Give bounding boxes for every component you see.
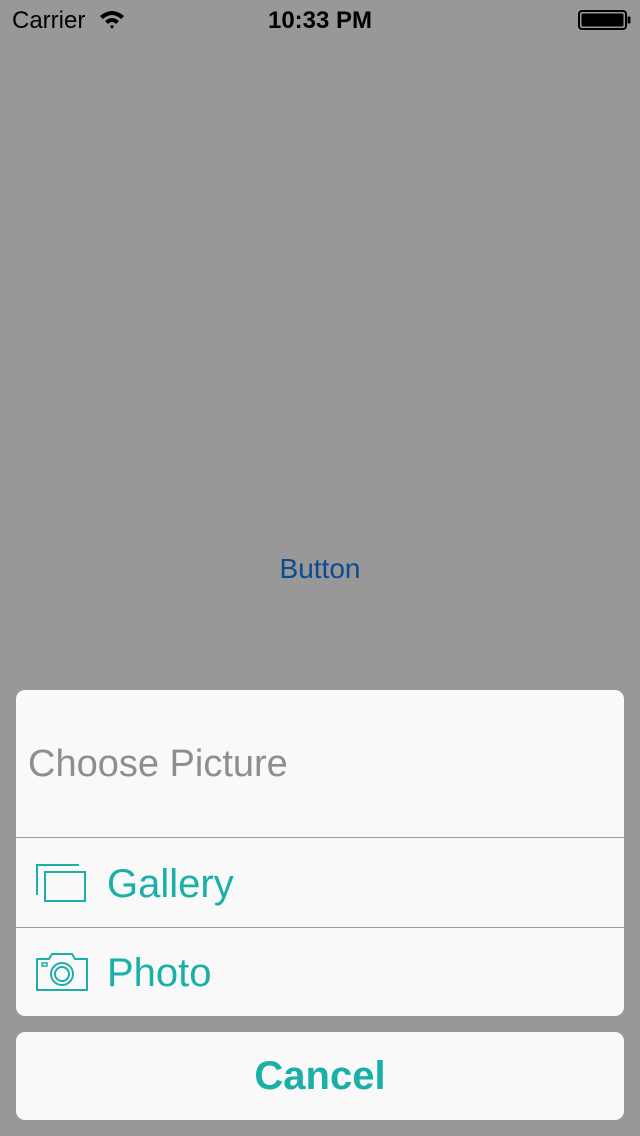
divider: [16, 837, 624, 838]
action-sheet-title: Choose Picture: [28, 743, 288, 785]
status-time: 10:33 PM: [267, 7, 373, 34]
gallery-icon: [36, 864, 86, 902]
photo-label: Photo: [107, 951, 212, 995]
camera-icon: [36, 953, 88, 991]
cancel-button[interactable]: Cancel: [16, 1032, 624, 1120]
photo-option[interactable]: Photo: [16, 928, 624, 1016]
gallery-option[interactable]: Gallery: [16, 839, 624, 927]
battery-icon: [578, 10, 631, 30]
main-button[interactable]: Button: [0, 549, 640, 589]
gallery-label: Gallery: [107, 862, 234, 906]
status-bar: Carrier 10:33 PM: [0, 0, 640, 40]
